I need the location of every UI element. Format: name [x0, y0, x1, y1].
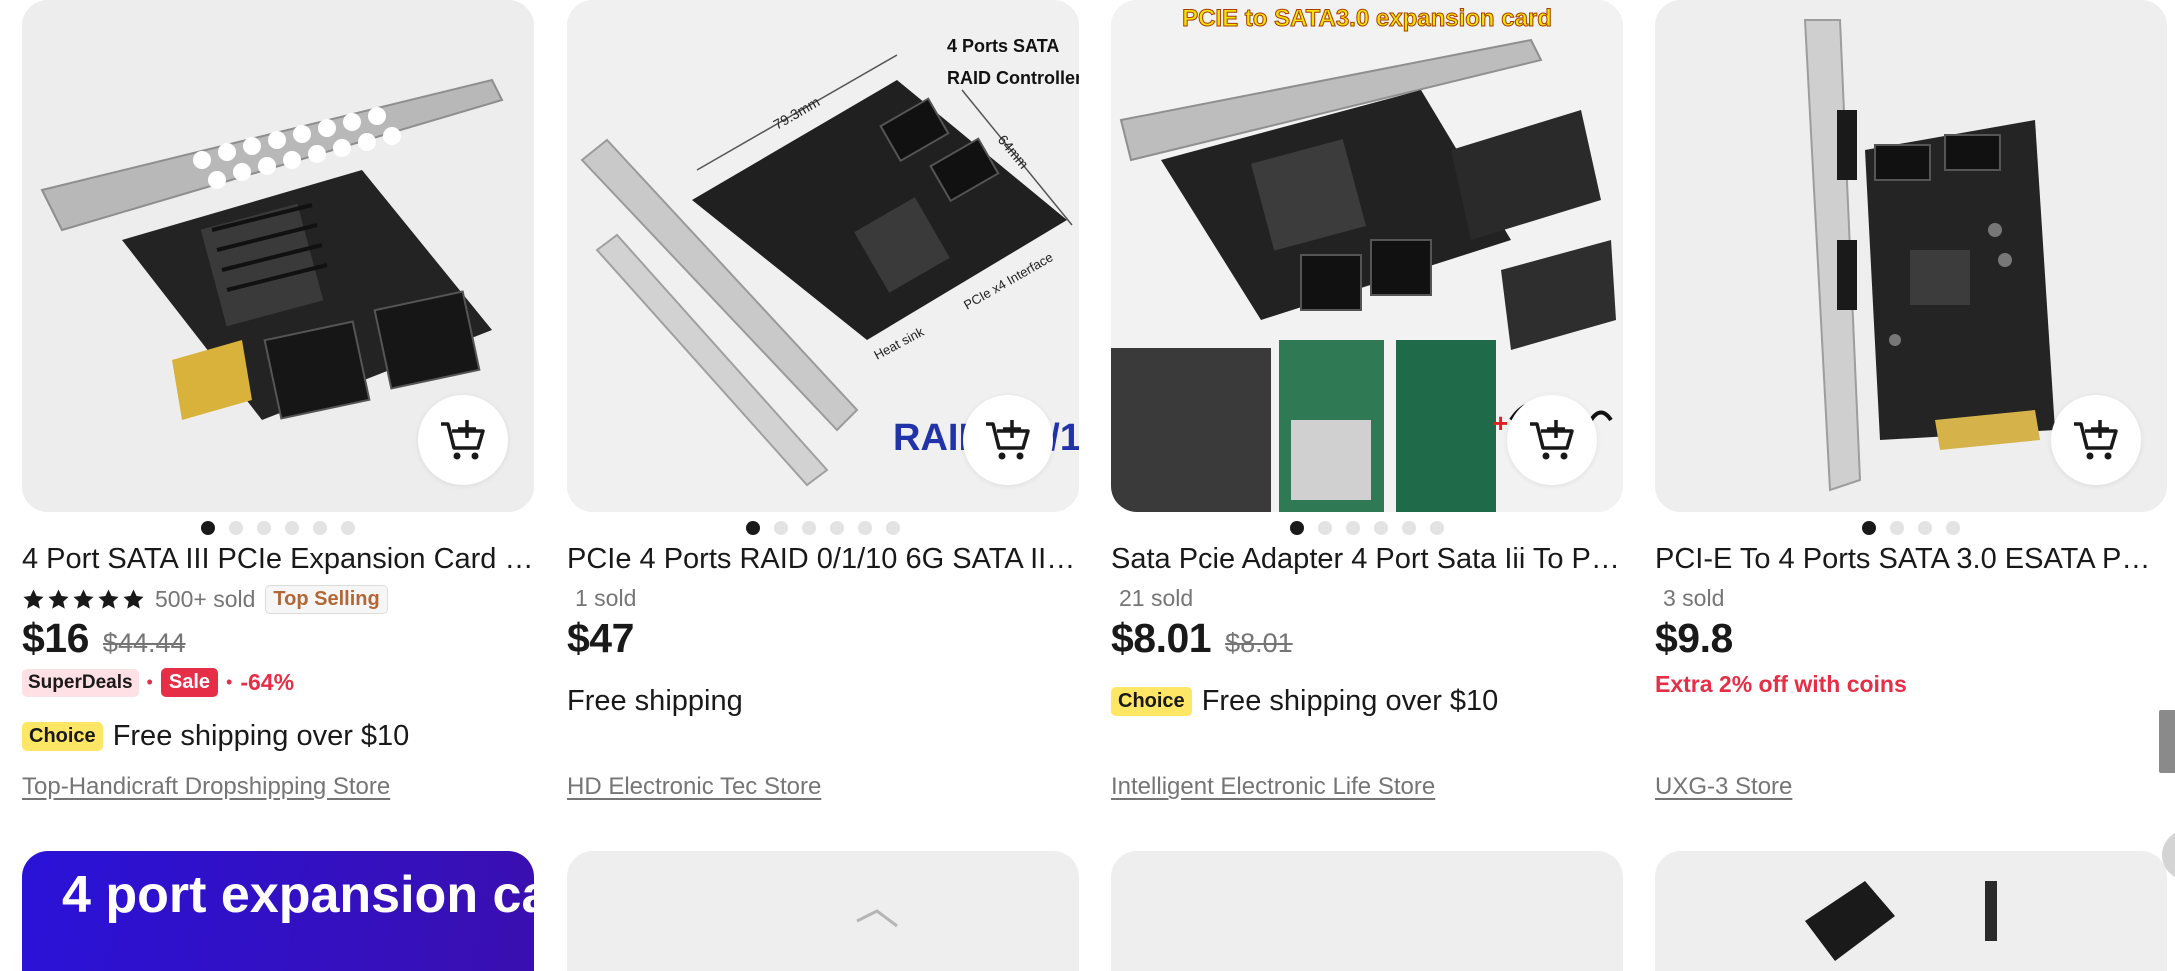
- image-label: RAID Controller: [947, 68, 1079, 88]
- price-row: $9.8: [1655, 615, 1733, 662]
- store-link[interactable]: Top-Handicraft Dropshipping Store: [22, 773, 390, 801]
- star-icon: [123, 589, 144, 609]
- add-to-cart-button[interactable]: [963, 395, 1053, 485]
- price: $16: [22, 615, 89, 661]
- product-title[interactable]: PCI-E To 4 Ports SATA 3.0 ESATA PCIE Car…: [1655, 543, 2167, 576]
- price-row: $16 $44.44: [22, 615, 186, 662]
- image-carousel-dots[interactable]: [22, 521, 534, 535]
- product-thumbnail: [856, 909, 898, 928]
- price: $9.8: [1655, 615, 1733, 661]
- carousel-dot[interactable]: [1430, 521, 1444, 535]
- sold-count: 500+ sold: [155, 586, 256, 612]
- product-card-8-image[interactable]: [1655, 851, 2167, 971]
- product-card-2[interactable]: 4 Ports SATA RAID Controller 79.3mm 64mm…: [567, 0, 1079, 820]
- shipping-text: Free shipping over $10: [112, 720, 410, 752]
- store-link[interactable]: Intelligent Electronic Life Store: [1111, 773, 1435, 801]
- shipping-text: Free shipping over $10: [1201, 685, 1499, 717]
- image-carousel-dots[interactable]: [1655, 521, 2167, 535]
- product-meta: 21 sold: [1119, 585, 1193, 612]
- carousel-dot[interactable]: [229, 521, 243, 535]
- carousel-dot[interactable]: [257, 521, 271, 535]
- original-price: $8.01: [1225, 628, 1293, 658]
- original-price: $44.44: [102, 628, 186, 658]
- product-card-4[interactable]: PCI-E To 4 Ports SATA 3.0 ESATA PCIE Car…: [1655, 0, 2167, 820]
- carousel-dot[interactable]: [201, 521, 215, 535]
- shipping-row: Choice Free shipping over $10: [1111, 685, 1498, 718]
- product-card-3[interactable]: + PCIE to SATA3.0 expansion card Sata Pc…: [1111, 0, 1623, 820]
- carousel-dot[interactable]: [285, 521, 299, 535]
- coins-offer: Extra 2% off with coins: [1655, 671, 1907, 697]
- sold-count: 3 sold: [1663, 585, 1725, 611]
- carousel-dot[interactable]: [858, 521, 872, 535]
- shipping-row: Choice Free shipping over $10: [22, 720, 409, 753]
- carousel-dot[interactable]: [746, 521, 760, 535]
- carousel-dot[interactable]: [313, 521, 327, 535]
- price-row: $47: [567, 615, 634, 662]
- price: $47: [567, 615, 634, 661]
- superdeals-badge: SuperDeals: [22, 668, 139, 697]
- product-meta: 500+ sold Top Selling: [22, 585, 388, 614]
- add-to-cart-button[interactable]: [1507, 395, 1597, 485]
- add-to-cart-button[interactable]: [2051, 395, 2141, 485]
- product-title[interactable]: Sata Pcie Adapter 4 Port Sata Iii To Pci…: [1111, 543, 1623, 576]
- star-icon: [98, 589, 119, 609]
- separator-dot: •: [226, 672, 233, 692]
- shipping-row: Free shipping: [567, 685, 743, 718]
- add-to-cart-icon: [986, 420, 1030, 460]
- carousel-dot[interactable]: [1946, 521, 1960, 535]
- product-card-6-image[interactable]: [567, 851, 1079, 971]
- carousel-dot[interactable]: [774, 521, 788, 535]
- product-meta: 1 sold: [575, 585, 636, 612]
- star-icon: [23, 589, 44, 609]
- price: $8.01: [1111, 615, 1212, 661]
- product-card-1[interactable]: 4 Port SATA III PCIe Expansion Card 6Gbp…: [22, 0, 534, 820]
- price-row: $8.01 $8.01: [1111, 615, 1293, 662]
- carousel-dot[interactable]: [1402, 521, 1416, 535]
- deal-row: SuperDeals • Sale • -64%: [22, 668, 294, 697]
- carousel-dot[interactable]: [1318, 521, 1332, 535]
- store-link[interactable]: HD Electronic Tec Store: [567, 773, 821, 801]
- product-meta: 3 sold: [1663, 585, 1724, 612]
- add-to-cart-icon: [441, 420, 485, 460]
- carousel-dot[interactable]: [886, 521, 900, 535]
- banner-text: 4 port expansion card: [62, 866, 534, 924]
- star-rating: [22, 588, 145, 611]
- choice-badge: Choice: [22, 722, 103, 751]
- sale-badge: Sale: [160, 668, 219, 697]
- product-title[interactable]: PCIe 4 Ports RAID 0/1/10 6G SATA III Con…: [567, 543, 1079, 576]
- carousel-dot[interactable]: [1290, 521, 1304, 535]
- image-carousel-dots[interactable]: [1111, 521, 1623, 535]
- carousel-dot[interactable]: [830, 521, 844, 535]
- store-link[interactable]: UXG-3 Store: [1655, 773, 1792, 801]
- carousel-dot[interactable]: [1918, 521, 1932, 535]
- sold-count: 1 sold: [575, 585, 637, 611]
- sold-count: 21 sold: [1119, 585, 1194, 611]
- top-selling-badge: Top Selling: [265, 585, 388, 614]
- product-title[interactable]: 4 Port SATA III PCIe Expansion Card 6Gbp…: [22, 543, 534, 576]
- carousel-dot[interactable]: [1890, 521, 1904, 535]
- star-icon: [48, 589, 69, 609]
- image-label: 4 Ports SATA: [947, 36, 1059, 56]
- image-banner: PCIE to SATA3.0 expansion card: [1182, 5, 1552, 32]
- product-thumbnail: [1805, 881, 1997, 961]
- carousel-dot[interactable]: [1346, 521, 1360, 535]
- star-icon: [73, 589, 94, 609]
- add-to-cart-button[interactable]: [418, 395, 508, 485]
- carousel-dot[interactable]: [1862, 521, 1876, 535]
- shipping-text: Free shipping: [567, 685, 743, 717]
- scrollbar-thumb[interactable]: [2159, 710, 2175, 773]
- choice-badge: Choice: [1111, 687, 1192, 716]
- carousel-dot[interactable]: [1374, 521, 1388, 535]
- separator-dot: •: [146, 672, 153, 692]
- image-carousel-dots[interactable]: [567, 521, 1079, 535]
- add-to-cart-icon: [1530, 420, 1574, 460]
- discount-percent: -64%: [240, 669, 295, 695]
- add-to-cart-icon: [2074, 420, 2118, 460]
- carousel-dot[interactable]: [802, 521, 816, 535]
- svg-text:+: +: [1493, 408, 1508, 438]
- carousel-dot[interactable]: [341, 521, 355, 535]
- product-card-7-image[interactable]: [1111, 851, 1623, 971]
- product-card-5-image[interactable]: 4 port expansion card: [22, 851, 534, 971]
